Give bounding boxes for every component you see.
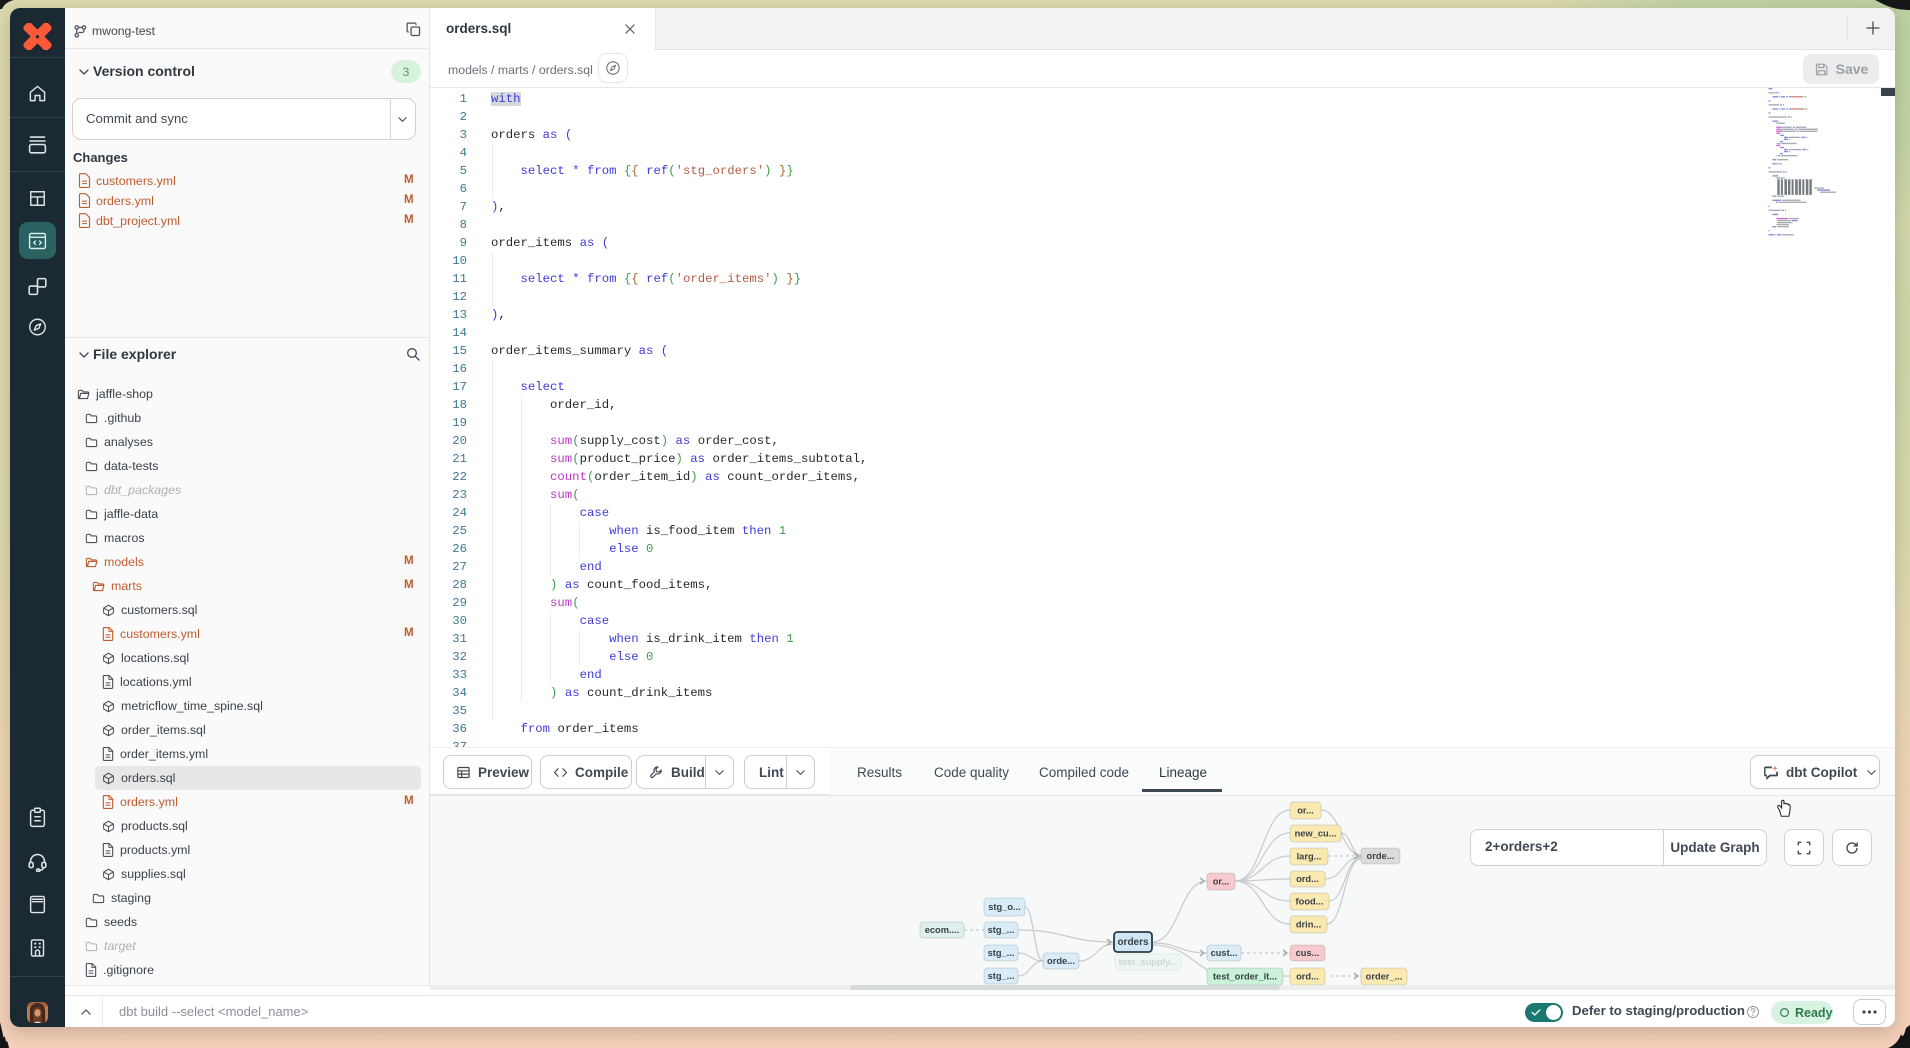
svg-text:new_cu...: new_cu...: [1295, 829, 1337, 839]
svg-text:drin...: drin...: [1296, 920, 1321, 930]
svg-text:larg...: larg...: [1297, 852, 1322, 862]
svg-text:cus...: cus...: [1296, 948, 1320, 958]
svg-text:cust...: cust...: [1211, 948, 1238, 958]
svg-text:ecom....: ecom....: [925, 925, 960, 935]
svg-text:food...: food...: [1296, 897, 1324, 907]
svg-text:or...: or...: [1213, 877, 1230, 887]
svg-text:orde...: orde...: [1047, 956, 1075, 966]
svg-text:orders: orders: [1117, 937, 1149, 948]
svg-text:stg_...: stg_...: [988, 948, 1015, 958]
svg-text:stg_...: stg_...: [988, 971, 1015, 981]
svg-text:test_order_it...: test_order_it...: [1213, 972, 1277, 982]
svg-text:or...: or...: [1297, 806, 1314, 816]
svg-text:order_...: order_...: [1366, 972, 1403, 982]
svg-text:stg_o...: stg_o...: [988, 902, 1021, 912]
svg-text:ord...: ord...: [1296, 972, 1319, 982]
svg-text:orde...: orde...: [1367, 851, 1395, 861]
svg-text:ord...: ord...: [1296, 874, 1319, 884]
svg-text:test_supply...: test_supply...: [1119, 957, 1178, 967]
svg-text:stg_...: stg_...: [988, 925, 1015, 935]
